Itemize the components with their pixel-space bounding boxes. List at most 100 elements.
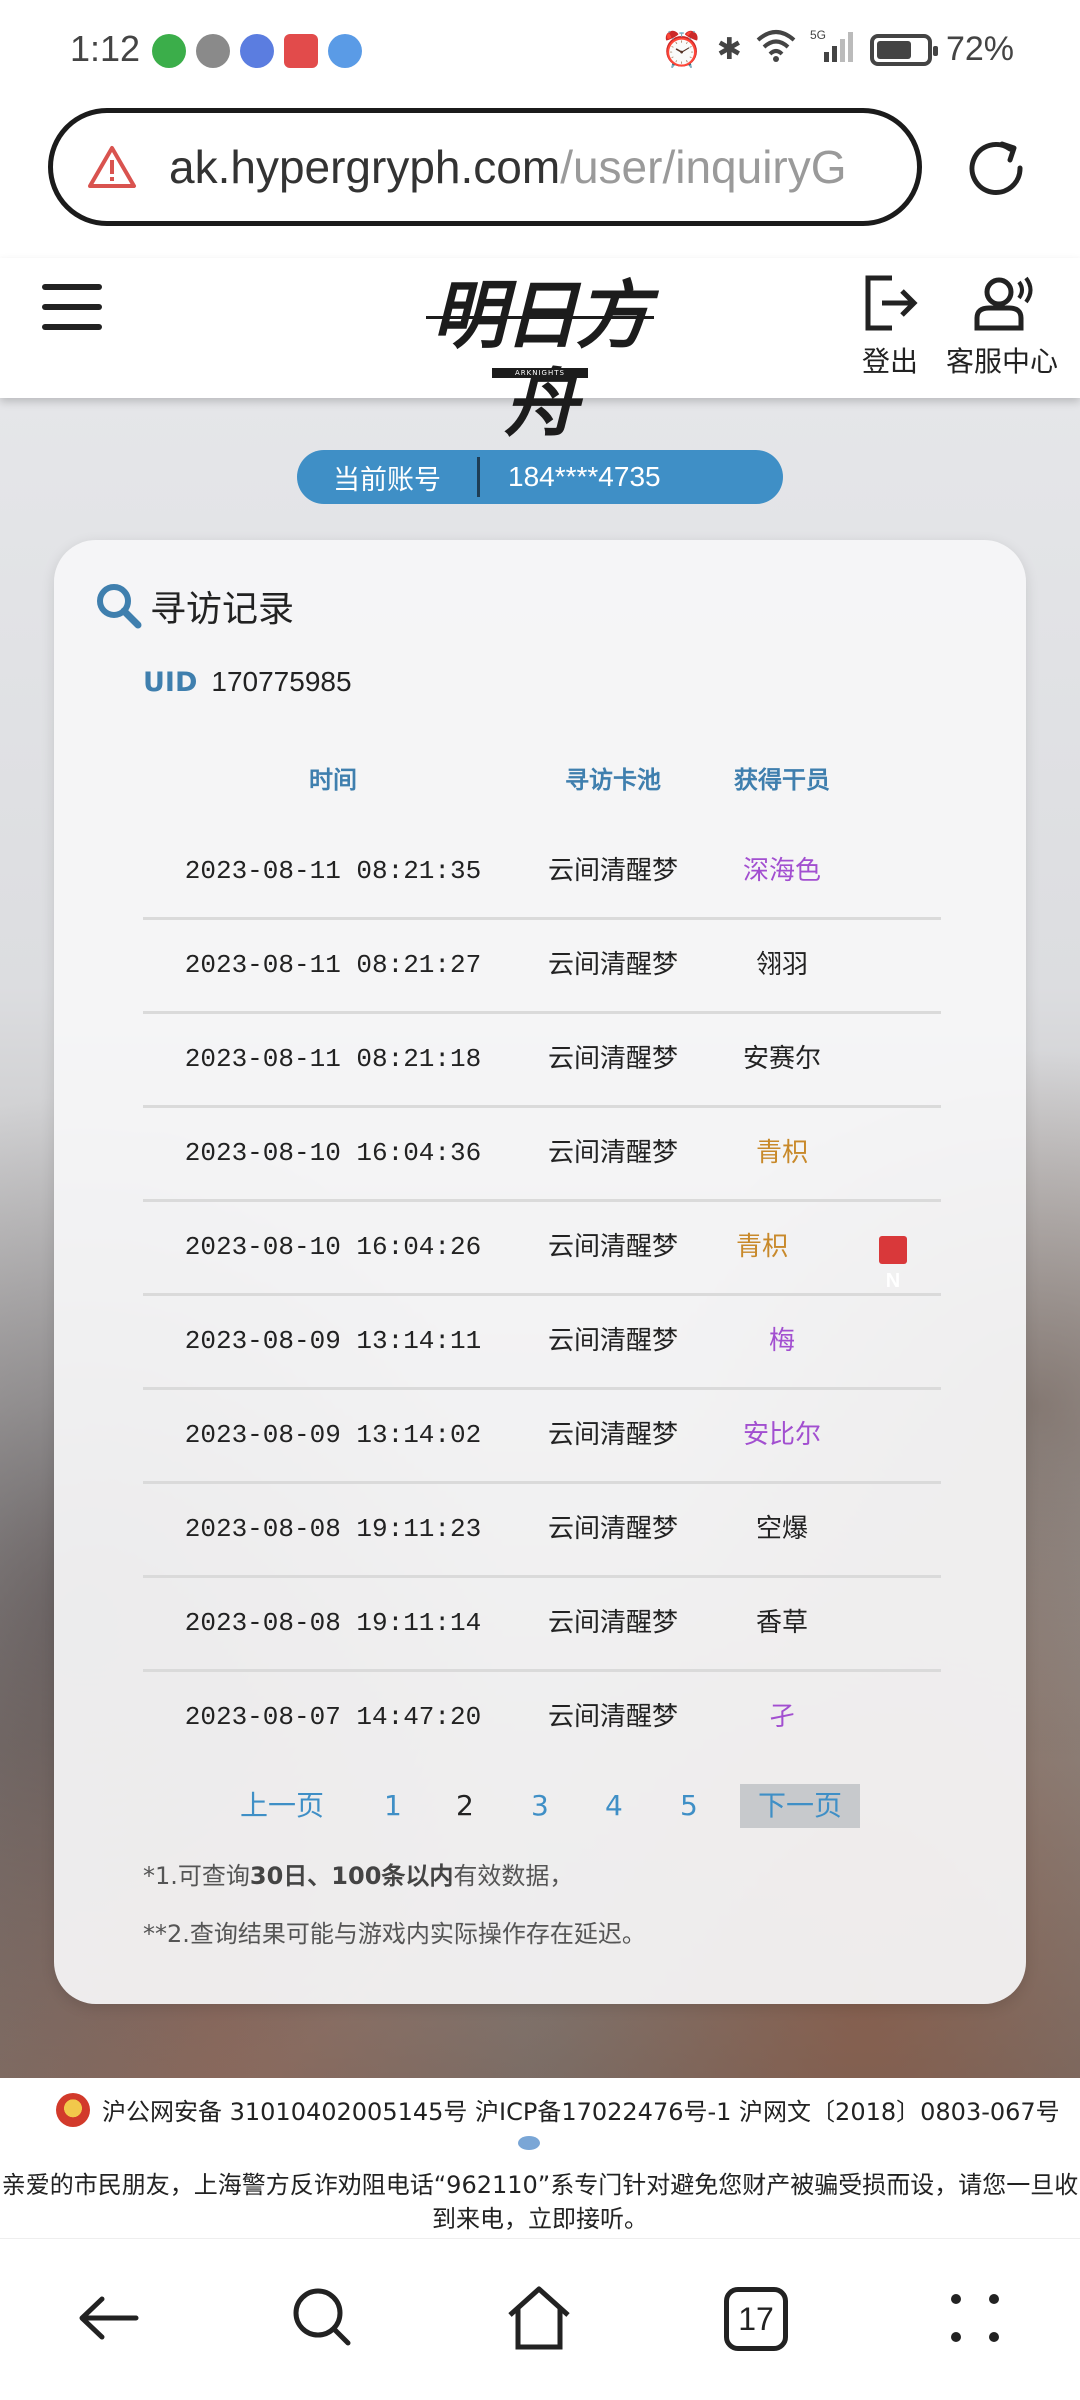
status-bar: 1:12 ⏰ ✱ 5G 72%: [0, 0, 1080, 100]
column-header-operator: 获得干员: [734, 766, 830, 794]
row-operator: 香草: [755, 1608, 808, 1638]
row-operator: 安赛尔: [742, 1044, 821, 1074]
url-path: /user/inquiryG: [560, 141, 847, 193]
logo-subtext: ARKNIGHTS: [492, 368, 588, 378]
page-4-button[interactable]: 4: [605, 1784, 623, 1828]
row-pool: 云间清醒梦: [547, 1420, 678, 1450]
battery-fill: [876, 40, 912, 59]
tab-count: 17: [738, 2301, 774, 2337]
record-table: 2023-08-11 08:21:35 云间清醒梦 深海色 2023-08-11 08…: [143, 826, 941, 1766]
customer-service-button[interactable]: 客服中心: [946, 274, 1058, 380]
battery-percent: 72%: [945, 30, 1014, 68]
shield-icon: [152, 34, 186, 68]
uid-line: UID 170775985: [143, 666, 352, 698]
police-emblem-icon: [56, 2092, 90, 2127]
row-time: 2023-08-09 13:14:11: [184, 1326, 482, 1356]
search-icon: [97, 584, 142, 629]
page-1-button[interactable]: 1: [384, 1784, 402, 1828]
site-footer: 沪公网安备 31010402005145号 沪ICP备17022476号-1 沪…: [0, 2078, 1080, 2238]
page-3-button[interactable]: 3: [531, 1784, 549, 1828]
row-time: 2023-08-11 08:21:35: [184, 856, 482, 886]
warning-icon[interactable]: [87, 144, 137, 190]
table-row: 2023-08-11 08:21:35 云间清醒梦 深海色: [143, 826, 941, 920]
page-5-button[interactable]: 5: [680, 1784, 698, 1828]
row-time: 2023-08-11 08:21:27: [184, 950, 482, 980]
footer-anti-fraud-notice: 亲爱的市民朋友，上海警方反诈劝阻电话“962110”系专门针对避免您财产被骗受损…: [1, 2171, 1079, 2233]
note-1-bold: 30日、100条以内: [249, 1862, 454, 1890]
table-row: 2023-08-09 13:14:02 云间清醒梦 安比尔: [143, 1390, 941, 1484]
row-pool: 云间清醒梦: [547, 1044, 678, 1074]
current-account-pill: 当前账号 184****4735: [297, 450, 783, 504]
site-header: 明日方舟 ARKNIGHTS 登出 客服中心: [0, 258, 1080, 447]
back-icon[interactable]: [74, 2283, 144, 2353]
navigation-app-icon: [328, 34, 362, 68]
menu-icon[interactable]: [42, 284, 102, 334]
table-row: 2023-08-09 13:14:11 云间清醒梦 梅: [143, 1296, 941, 1390]
more-menu-icon[interactable]: [940, 2283, 1010, 2353]
card-title-text: 寻访记录: [150, 589, 295, 630]
reload-icon[interactable]: [958, 130, 1034, 206]
row-pool: 云间清醒梦: [547, 1326, 678, 1356]
table-row: 2023-08-11 08:21:18 云间清醒梦 安赛尔: [143, 1014, 941, 1108]
notification-icons: [152, 34, 362, 68]
column-header-time: 时间: [309, 766, 357, 794]
customer-service-icon: [974, 276, 1033, 331]
search-icon[interactable]: [288, 2283, 358, 2353]
status-time: 1:12: [70, 28, 141, 69]
system-icons: ⏰ ✱ 5G 72%: [660, 28, 1014, 71]
row-time: 2023-08-09 13:14:02: [184, 1420, 482, 1450]
row-time: 2023-08-10 16:04:26: [184, 1232, 482, 1262]
row-pool: 云间清醒梦: [547, 1514, 678, 1544]
battery-icon: [869, 33, 938, 66]
row-operator: 梅: [768, 1326, 795, 1356]
table-header: 时间 寻访卡池 获得干员: [143, 750, 941, 810]
row-operator: 翎羽: [755, 950, 808, 980]
row-time: 2023-08-10 16:04:36: [184, 1138, 482, 1168]
row-operator: 青枳: [755, 1138, 808, 1168]
signal-label: 5G: [810, 28, 826, 42]
row-operator: 青枳: [735, 1232, 788, 1262]
row-pool: 云间清醒梦: [547, 1702, 678, 1732]
uid-value: 170775985: [211, 666, 352, 697]
customer-service-label: 客服中心: [946, 345, 1059, 378]
inquiry-card: 寻访记录 UID 170775985 时间 寻访卡池 获得干员 2023-08-1…: [54, 540, 1026, 2004]
bluetooth-icon: ✱: [716, 33, 742, 66]
page-2-button[interactable]: 2: [456, 1784, 474, 1828]
prev-page-button[interactable]: 上一页: [240, 1784, 324, 1828]
table-row: 2023-08-11 08:21:27 云间清醒梦 翎羽: [143, 920, 941, 1014]
url-host: ak.hypergryph.com: [169, 141, 561, 193]
gongan-badge-icon: [518, 2136, 540, 2150]
row-operator: 安比尔: [742, 1420, 821, 1450]
table-row: 2023-08-08 19:11:14 云间清醒梦 香草: [143, 1578, 941, 1672]
footer-registration-text[interactable]: 沪公网安备 31010402005145号 沪ICP备17022476号-1 沪…: [102, 2092, 1060, 2127]
row-pool: 云间清醒梦: [547, 1232, 678, 1262]
logout-label: 登出: [862, 345, 919, 378]
column-header-pool: 寻访卡池: [565, 766, 661, 794]
app-notification-icon: [284, 34, 318, 68]
arknights-logo[interactable]: 明日方舟 ARKNIGHTS: [420, 272, 660, 447]
url-bar[interactable]: ak.hypergryph.com/user/inquiryG: [48, 108, 922, 226]
note-1: *1.可查询30日、100条以内有效数据，: [143, 1856, 573, 1891]
row-time: 2023-08-08 19:11:23: [184, 1514, 482, 1544]
logo-line: [426, 316, 654, 319]
row-operator: 深海色: [742, 856, 821, 886]
wechat-icon: [196, 34, 230, 68]
row-pool: 云间清醒梦: [547, 1138, 678, 1168]
row-operator: 孑: [768, 1702, 795, 1732]
signal-icon: 5G: [810, 28, 856, 71]
note-1-prefix: *1.可查询: [143, 1862, 250, 1890]
uid-label: UID: [143, 667, 198, 698]
footer-registration: 沪公网安备 31010402005145号 沪ICP备17022476号-1 沪…: [56, 2092, 1060, 2127]
wifi-icon: [756, 28, 796, 71]
next-page-button[interactable]: 下一页: [740, 1784, 861, 1828]
alarm-icon: ⏰: [660, 30, 703, 69]
tabs-button[interactable]: 17: [724, 2287, 788, 2351]
logout-icon: [865, 275, 918, 331]
url-text[interactable]: ak.hypergryph.com/user/inquiryG: [169, 140, 847, 194]
new-badge: N: [879, 1236, 907, 1292]
table-row: 2023-08-10 16:04:36 云间清醒梦 青枳: [143, 1108, 941, 1202]
home-icon[interactable]: [504, 2283, 574, 2353]
account-value: 184****4735: [508, 461, 661, 492]
logout-button[interactable]: 登出: [862, 274, 918, 380]
logo-text: 明日方舟: [432, 273, 650, 447]
